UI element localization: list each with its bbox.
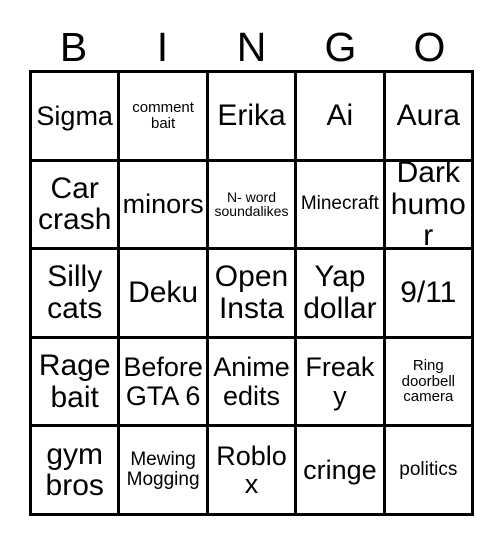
bingo-cell-r4c4[interactable]: Freaky [297,338,386,428]
bingo-cell-r2c4[interactable]: Minecraft [297,161,386,251]
bingo-cell-label: Roblox [216,440,287,500]
bingo-cell-r3c5[interactable]: 9/11 [385,250,474,339]
bingo-cell-r3c2[interactable]: Deku [120,250,209,339]
bingo-cell-r4c5[interactable]: Ring doorbell camera [385,338,474,428]
bingo-cell-r4c1[interactable]: Rage bait [32,338,121,428]
bingo-cell-label: 9/11 [400,276,457,310]
bingo-cell-label: Sigma [36,100,113,131]
bingo-cell-r1c2[interactable]: comment bait [120,73,209,162]
bingo-cell-label: Aura [396,99,460,133]
bingo-cell-r1c1[interactable]: Sigma [32,73,121,162]
bingo-cell-r5c5[interactable]: politics [385,427,474,516]
bingo-cell-r5c2[interactable]: Mewing Mogging [120,427,209,516]
bingo-cell-label: Deku [128,276,199,310]
bingo-cell-r2c5[interactable]: Dark humor [385,161,474,251]
bingo-cell-r3c3[interactable]: Open Insta [208,250,298,339]
bingo-cell-label: Silly cats [47,260,103,325]
bingo-cell-label: Anime edits [213,352,290,411]
bingo-header-letter-g: G [324,24,357,70]
bingo-cell-r2c3[interactable]: N- word soundalikes [208,161,298,251]
bingo-cell-label: Freaky [305,352,375,411]
bingo-cell-label: Minecraft [300,193,379,215]
bingo-cell-label: cringe [303,455,377,486]
bingo-cell-r2c2[interactable]: minors [120,161,209,251]
bingo-cell-label: comment bait [132,99,194,132]
bingo-cell-r5c4[interactable]: cringe [297,427,386,516]
bingo-cell-r4c3[interactable]: Anime edits [208,338,298,428]
bingo-cell-label: Mewing Mogging [126,449,200,491]
bingo-header-row: B I N G O [29,18,474,68]
bingo-cell-label: Open Insta [214,260,289,325]
bingo-cell-label: Rage bait [38,349,111,414]
bingo-cell-label: Car crash [38,171,112,237]
bingo-header-letter-i: I [156,24,169,70]
bingo-cell-label: Ai [326,99,354,133]
bingo-cell-label: N- word soundalikes [214,188,289,220]
bingo-cell-label: gym bros [45,437,104,503]
bingo-cell-label: Yap dollar [303,260,377,325]
bingo-header-letter-b: B [59,24,88,70]
bingo-cell-r2c1[interactable]: Car crash [32,161,121,251]
bingo-cell-r1c3[interactable]: Erika [208,73,298,162]
bingo-cell-r3c1[interactable]: Silly cats [32,250,121,339]
bingo-cell-label: Before GTA 6 [123,352,203,411]
bingo-cell-r3c4[interactable]: Yap dollar [297,250,386,339]
bingo-grid: Sigma comment bait Erika Ai Aura Car cra… [29,70,474,516]
bingo-cell-label: Ring doorbell camera [401,356,455,406]
bingo-cell-label: Erika [217,99,286,133]
bingo-header-letter-o: O [413,24,446,70]
bingo-cell-r1c4[interactable]: Ai [297,73,386,162]
bingo-cell-r4c2[interactable]: Before GTA 6 [120,338,209,428]
bingo-card: B I N G O Sigma comment bait Erika Ai Au… [0,0,501,544]
bingo-cell-r5c3[interactable]: Roblox [208,427,298,516]
bingo-cell-label: minors [122,189,204,220]
bingo-cell-label: Dark humor [390,161,466,251]
bingo-header-letter-n: N [236,24,267,70]
bingo-cell-label: politics [399,459,458,481]
bingo-cell-r1c5[interactable]: Aura [385,73,474,162]
bingo-cell-r5c1[interactable]: gym bros [32,427,121,516]
